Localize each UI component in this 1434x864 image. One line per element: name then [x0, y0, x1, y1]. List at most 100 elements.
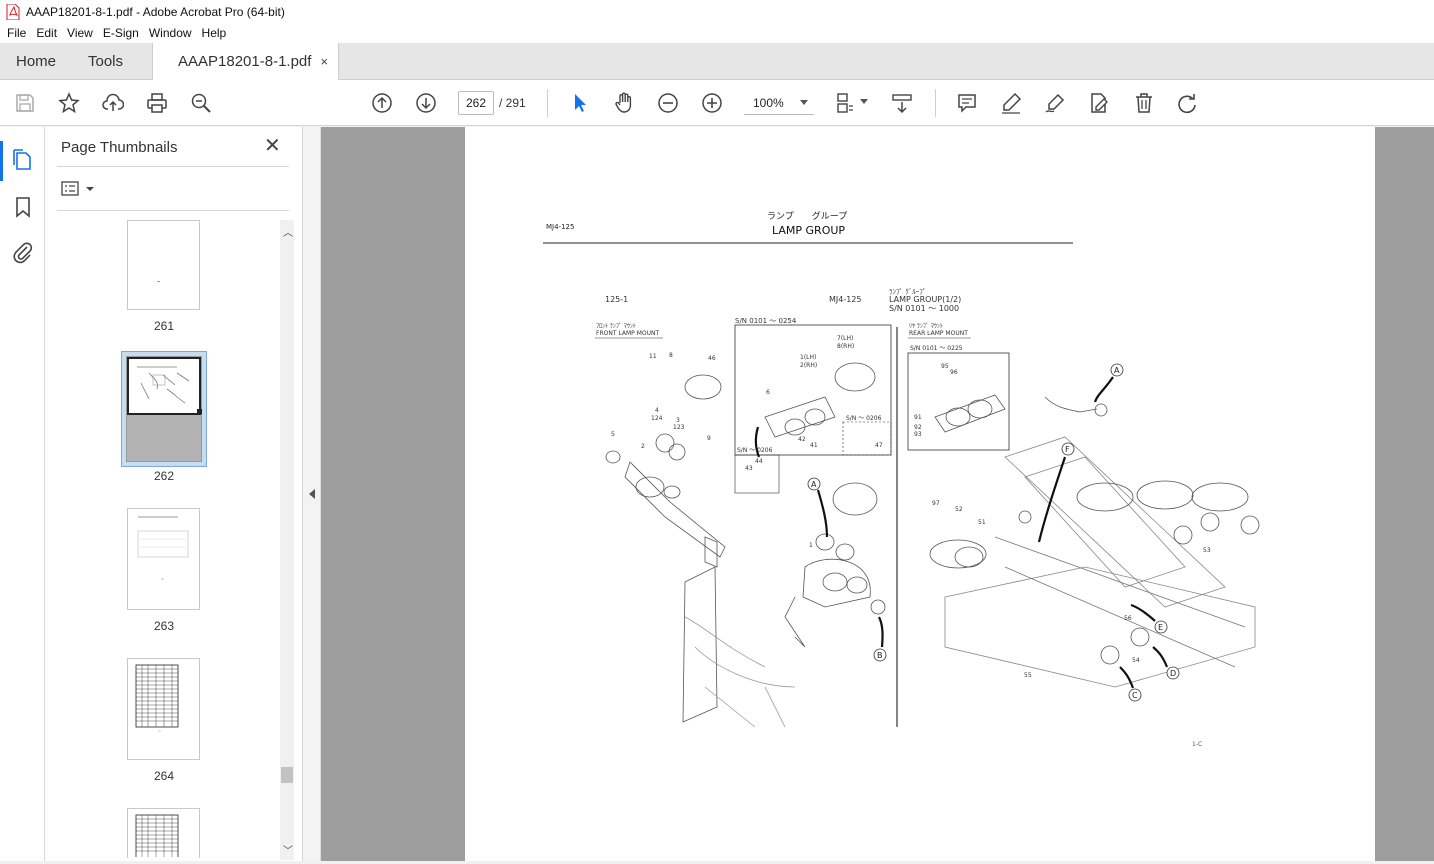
menu-esign[interactable]: E-Sign	[98, 26, 144, 40]
rotate-redo-icon[interactable]	[1175, 91, 1199, 115]
print-icon[interactable]	[145, 91, 169, 115]
panel-close-icon[interactable]: ✕	[264, 136, 284, 156]
header-code: MJ4-125	[546, 223, 574, 231]
scroll-mode-icon[interactable]	[890, 91, 914, 115]
part-number: 2	[641, 443, 645, 450]
callout-a2: A	[811, 480, 817, 489]
callout-d: D	[1170, 669, 1176, 678]
menu-view[interactable]: View	[62, 26, 98, 40]
delete-trash-icon[interactable]	[1132, 91, 1156, 115]
document-scroll-gutter[interactable]	[1375, 127, 1434, 861]
tab-tools[interactable]: Tools	[88, 43, 123, 80]
part-rh8: 8(RH)	[837, 343, 854, 350]
menu-window[interactable]: Window	[144, 26, 197, 40]
tab-home[interactable]: Home	[16, 43, 56, 80]
part-number: 41	[810, 442, 818, 449]
tab-close-icon[interactable]: ×	[320, 54, 328, 69]
part-number: 54	[1132, 657, 1140, 664]
window-title: AAAP18201-8-1.pdf - Adobe Acrobat Pro (6…	[26, 4, 285, 19]
comment-icon[interactable]	[955, 91, 979, 115]
callout-f: F	[1065, 445, 1070, 454]
page-number-input[interactable]: 262	[458, 91, 494, 115]
tab-bar: Home Tools AAAP18201-8-1.pdf ×	[0, 43, 1434, 80]
thumbnail-page-261[interactable]	[127, 220, 200, 310]
thumbnail-page-264[interactable]	[127, 658, 200, 760]
callout-e: E	[1158, 623, 1163, 632]
hand-tool-icon[interactable]	[612, 91, 636, 115]
part-number: 6	[766, 389, 770, 396]
next-page-icon[interactable]	[414, 91, 438, 115]
left-navigation-rail	[0, 127, 45, 861]
part-number: 44	[755, 458, 763, 465]
part-number: 52	[955, 506, 963, 513]
bookmarks-icon[interactable]	[11, 195, 35, 219]
sign-pen-icon[interactable]	[1043, 91, 1067, 115]
thumbnail-label: 262	[153, 469, 175, 483]
page-thumbnails-icon[interactable]	[11, 148, 35, 172]
part-rh: 2(RH)	[800, 362, 817, 369]
part-number: 5	[611, 431, 615, 438]
acrobat-pdf-icon	[6, 3, 20, 20]
menu-file[interactable]: File	[2, 26, 31, 40]
zoom-in-icon[interactable]	[700, 91, 724, 115]
page-display-icon[interactable]	[834, 91, 858, 115]
zoom-dropdown[interactable]: 100%	[744, 91, 814, 115]
upload-cloud-icon[interactable]	[101, 91, 125, 115]
active-indicator	[0, 141, 3, 181]
tab-document[interactable]: AAAP18201-8-1.pdf ×	[152, 43, 340, 80]
collapse-arrow-icon[interactable]	[309, 489, 315, 499]
save-icon[interactable]	[13, 91, 37, 115]
thumbnail-viewport-box	[127, 357, 201, 415]
menu-help[interactable]: Help	[197, 26, 232, 40]
zoom-search-icon[interactable]	[189, 91, 213, 115]
part-number: 91	[914, 414, 922, 421]
zoom-out-icon[interactable]	[656, 91, 680, 115]
highlight-pen-icon[interactable]	[999, 91, 1023, 115]
part-number: 42	[798, 436, 806, 443]
figure-title-en: LAMP GROUP(1/2)	[889, 295, 961, 304]
thumbnail-page-262[interactable]	[126, 356, 202, 462]
callout-c: C	[1132, 691, 1138, 700]
panel-collapse-handle[interactable]	[303, 127, 321, 861]
previous-page-icon[interactable]	[370, 91, 394, 115]
front-mount-en: FRONT LAMP MOUNT	[596, 330, 659, 337]
part-lh: 1(LH)	[800, 354, 816, 361]
thumbnail-page-265[interactable]	[127, 808, 200, 860]
part-number: 93	[914, 431, 922, 438]
part-number: 47	[875, 442, 883, 449]
panel-title: Page Thumbnails	[61, 139, 178, 156]
chevron-down-icon[interactable]	[860, 99, 868, 104]
toolbar-separator	[547, 89, 548, 117]
callout-arrows	[754, 376, 1169, 689]
part-numbers: 11 8 46 4 124 3 123 9 5 2 6 42 41 43 44 …	[611, 352, 1211, 679]
thumbnail-preview	[137, 366, 190, 404]
page-content: MJ4-125 ランプ グループ LAMP GROUP 125-1 MJ4-12…	[543, 210, 1260, 748]
menu-edit[interactable]: Edit	[31, 26, 62, 40]
attachments-paperclip-icon[interactable]	[11, 240, 35, 264]
title-bar: AAAP18201-8-1.pdf - Adobe Acrobat Pro (6…	[0, 0, 1434, 23]
thumbnail-scrollbar[interactable]: ︿ ﹀	[280, 220, 294, 860]
document-view[interactable]: MJ4-125 ランプ グループ LAMP GROUP 125-1 MJ4-12…	[321, 127, 1434, 861]
thumbnail-options-button[interactable]	[61, 180, 97, 198]
thumbnail-page-263[interactable]	[127, 508, 200, 610]
part-number: 51	[978, 519, 986, 526]
edit-document-icon[interactable]	[1087, 91, 1111, 115]
toolbar	[0, 80, 1434, 126]
part-number: 97	[932, 500, 940, 507]
bookmark-star-icon[interactable]	[57, 91, 81, 115]
thumb-mark	[157, 281, 160, 282]
part-number: 53	[1203, 547, 1211, 554]
thumbnail-label: 263	[153, 619, 175, 633]
scroll-down-icon[interactable]: ﹀	[283, 842, 293, 857]
figure-serial: S/N 0101 ～ 1000	[889, 304, 959, 313]
scroll-up-icon[interactable]: ︿	[283, 224, 293, 239]
scrollbar-thumb[interactable]	[281, 767, 293, 783]
part-lh7: 7(LH)	[837, 335, 853, 342]
thumbnail-table-preview	[135, 814, 179, 860]
thumbnail-label: 261	[153, 319, 175, 333]
viewport-handle[interactable]	[197, 409, 202, 414]
select-pointer-icon[interactable]	[568, 91, 592, 115]
thumbnail-label: 264	[153, 769, 175, 783]
sn-206-a: S/N ～ 0206	[737, 447, 773, 454]
callout-b: B	[877, 651, 883, 660]
